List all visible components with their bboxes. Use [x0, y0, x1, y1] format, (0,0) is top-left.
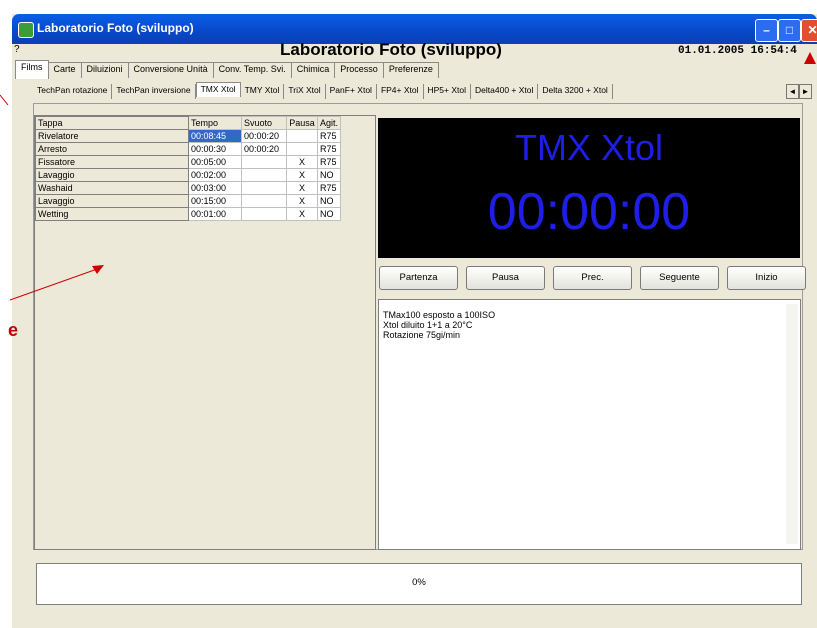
annotation-arrow-line — [0, 94, 9, 106]
annotation-letter: e — [8, 320, 19, 340]
annotation-arrowhead-icon — [92, 265, 104, 274]
annotation-overlay — [0, 52, 816, 301]
annotation-arrow-line — [9, 267, 101, 301]
annotation-arrowhead-icon — [804, 52, 816, 64]
